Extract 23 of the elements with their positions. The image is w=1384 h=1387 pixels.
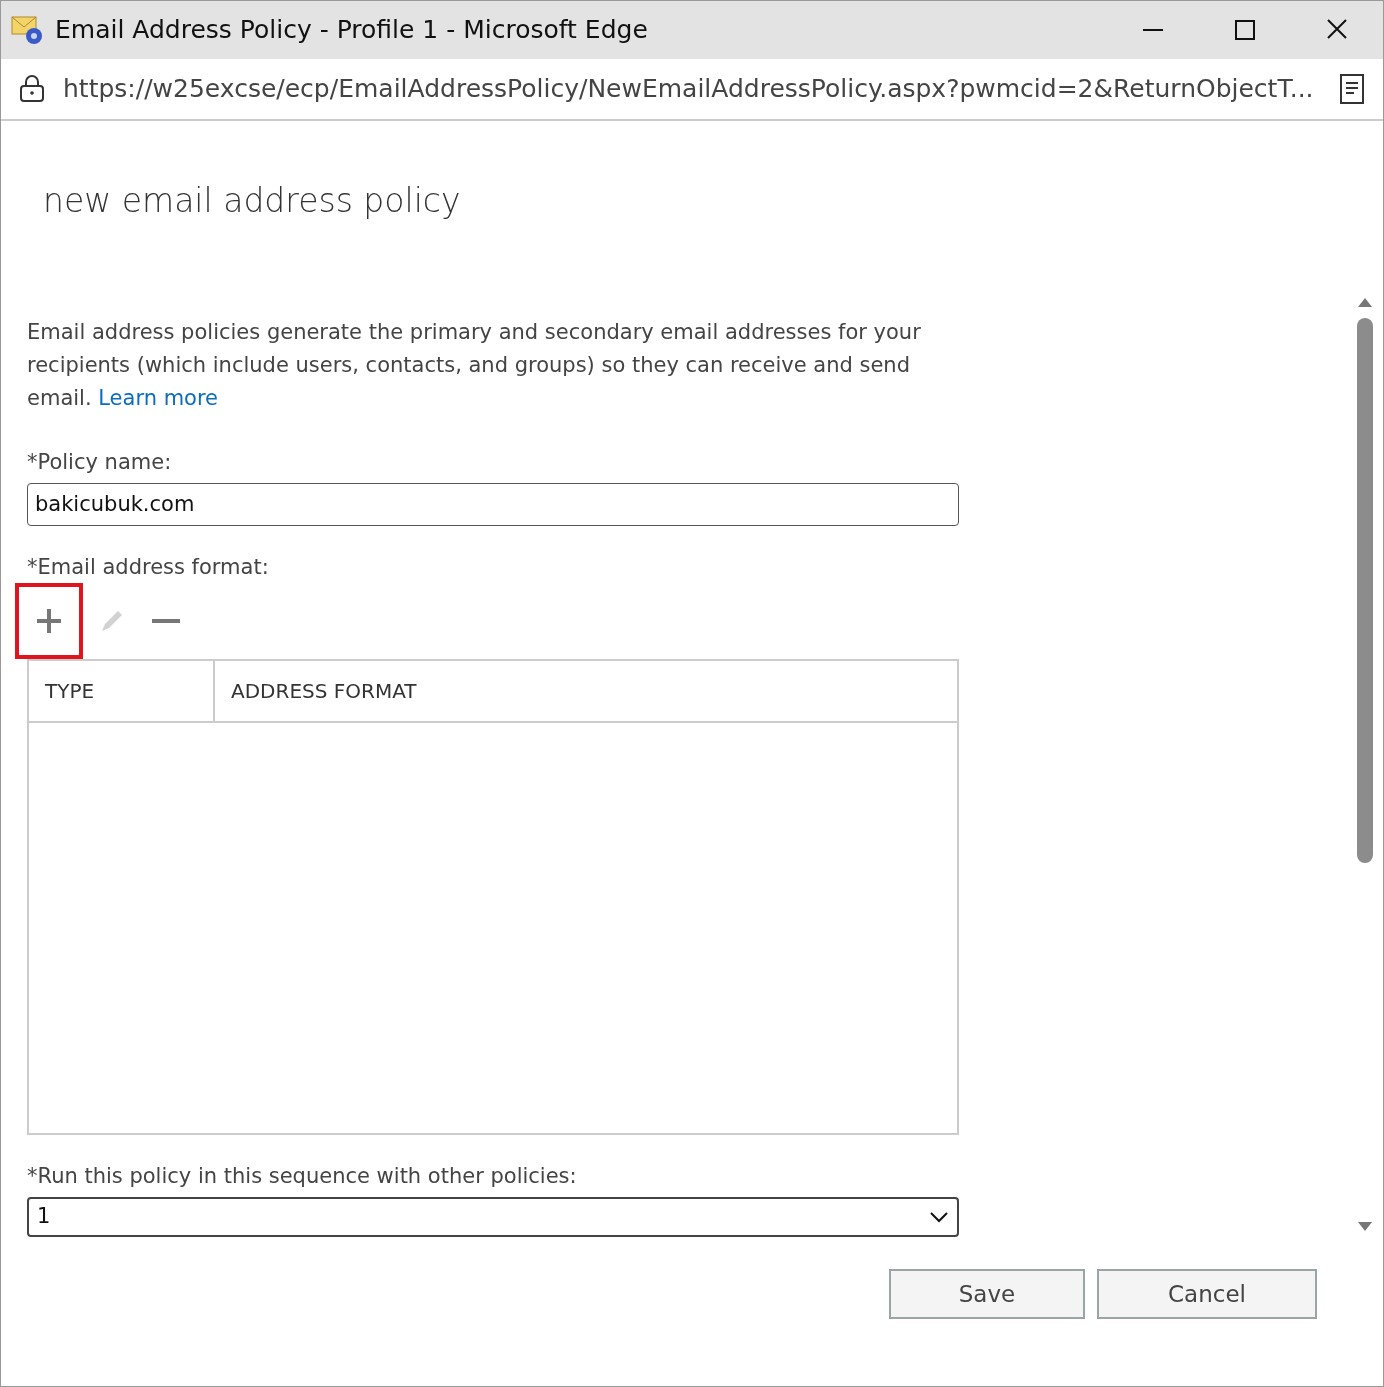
minus-icon xyxy=(150,619,182,623)
scroll-down-icon[interactable] xyxy=(1357,1221,1373,1233)
add-button[interactable] xyxy=(15,583,83,659)
policy-name-label: *Policy name: xyxy=(27,449,173,476)
chevron-down-icon xyxy=(929,1210,949,1223)
reader-icon[interactable] xyxy=(1339,73,1365,105)
learn-more-link[interactable]: Learn more xyxy=(98,386,219,410)
policy-name-field[interactable]: bakicubuk.com xyxy=(27,482,959,526)
window-title: Email Address Policy - Profile 1 - Microsoft Edge xyxy=(55,14,649,47)
sequence-label: *Run this policy in this sequence with other policies: xyxy=(27,1163,578,1190)
scrollbar-thumb[interactable] xyxy=(1357,318,1373,863)
sequence-dropdown[interactable]: 1 xyxy=(27,1196,959,1237)
column-header[interactable]: ADDRESS FORMAT xyxy=(215,661,417,721)
description-text: Email address policies generate the primary and secondary email addresses for your recipients (which include users, contacts, and groups) so they can receive and send email. Learn more xyxy=(27,319,922,412)
envelope-gear-icon xyxy=(11,14,45,46)
column-header[interactable]: TYPE xyxy=(29,661,215,721)
page-heading: new email address policy xyxy=(42,180,462,222)
lock-icon xyxy=(19,75,45,103)
cancel-button[interactable]: Cancel xyxy=(1097,1269,1317,1319)
address-bar-url[interactable]: https://w25excse/ecp/EmailAddressPolicy/NewEmailAddressPolicy.aspx?pwmcid=2&ReturnObjectT... xyxy=(63,70,1321,108)
scroll-up-icon[interactable] xyxy=(1357,296,1373,308)
address-format-label: *Email address format: xyxy=(27,553,270,581)
save-button[interactable]: Save xyxy=(889,1269,1085,1319)
